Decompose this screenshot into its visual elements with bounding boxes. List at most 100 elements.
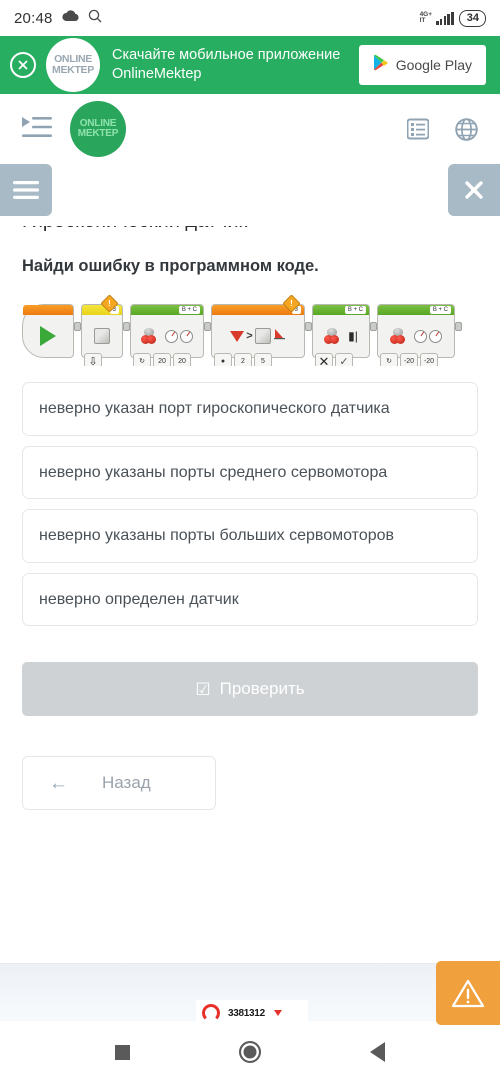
cloud-icon bbox=[61, 9, 79, 27]
triangle-down-icon bbox=[273, 1010, 282, 1016]
page-title: Гироскопический датчик bbox=[22, 226, 478, 233]
phone-screen: 20:48 4G+ lT 34 ONLINE MEKTEP Скачайте м… bbox=[0, 0, 500, 1083]
battery-indicator: 34 bbox=[458, 9, 486, 27]
answer-option-4[interactable]: неверно определен датчик bbox=[22, 572, 478, 627]
ev3-param-row: ↻ -20 -20 bbox=[380, 353, 438, 366]
ev3-port-label: B + C bbox=[178, 306, 200, 314]
brick-icon bbox=[94, 328, 110, 344]
banner-message: Скачайте мобильное приложение OnlineMekt… bbox=[112, 46, 341, 82]
ev3-connector bbox=[305, 322, 312, 331]
network-type-label: 4G+ lT bbox=[419, 11, 432, 25]
download-icon: ⇩ bbox=[84, 353, 102, 366]
signal-strength-icon bbox=[436, 11, 454, 25]
ev3-param-row: ✕ ✓ bbox=[315, 353, 353, 366]
ev3-wait-gyro-block: 3 > ● 2 5 bbox=[211, 294, 305, 366]
ev3-param-value: -20 bbox=[400, 353, 418, 366]
back-button[interactable]: ← Назад bbox=[22, 756, 216, 811]
speed-gauge-icon bbox=[429, 329, 442, 343]
counter-widget[interactable]: 3381312 bbox=[196, 1000, 308, 1021]
speed-gauge-icon bbox=[165, 329, 178, 343]
list-icon[interactable] bbox=[407, 118, 429, 140]
ev3-block-header: B + C bbox=[313, 305, 369, 315]
ev3-block-header: B + C bbox=[378, 305, 454, 315]
play-icon bbox=[40, 326, 56, 346]
answer-option-1[interactable]: неверно указан порт гироскопического дат… bbox=[22, 382, 478, 436]
bottom-ad-strip: 3381312 bbox=[0, 963, 500, 1021]
main-content: Гироскопический датчик Найди ошибку в пр… bbox=[0, 226, 500, 1083]
ev3-block-body bbox=[23, 315, 73, 357]
ev3-block-body bbox=[82, 315, 122, 357]
answer-options-list: неверно указан порт гироскопического дат… bbox=[22, 382, 478, 627]
speed-gauge-icon bbox=[180, 329, 193, 343]
recent-apps-button[interactable] bbox=[114, 1044, 130, 1060]
ev3-port-label: B + C bbox=[429, 306, 451, 314]
google-play-icon bbox=[373, 54, 388, 76]
ev3-move-off-block: B + C ▮| ✕ ✓ bbox=[312, 304, 370, 366]
sensor-mode-icon: ● bbox=[214, 353, 232, 366]
status-bar-left: 20:48 bbox=[14, 9, 102, 28]
home-button[interactable] bbox=[238, 1041, 261, 1063]
wait-hourglass-icon bbox=[230, 330, 245, 342]
check-answer-button[interactable]: ☑ Проверить bbox=[22, 662, 478, 717]
rotation-mode-icon: ↻ bbox=[133, 353, 151, 366]
ev3-move-reverse-block: B + C ↻ -20 -20 bbox=[377, 304, 455, 366]
arrow-left-icon: ← bbox=[49, 772, 68, 794]
lesson-menu-button[interactable] bbox=[0, 164, 52, 216]
ring-icon bbox=[202, 1004, 220, 1021]
ev3-connector bbox=[370, 322, 377, 331]
globe-icon[interactable] bbox=[455, 117, 478, 141]
ev3-port-label: B + C bbox=[344, 306, 366, 314]
ev3-param-value: 20 bbox=[153, 353, 171, 366]
banner-app-logo: ONLINE MEKTEP bbox=[46, 38, 100, 92]
google-play-button[interactable]: Google Play bbox=[358, 45, 486, 85]
site-header: ONLINE MEKTEP bbox=[0, 94, 500, 164]
ev3-param-row: ⇩ bbox=[84, 353, 102, 366]
rotation-mode-icon: ↻ bbox=[380, 353, 398, 366]
checkbox-icon: ☑ bbox=[195, 679, 211, 699]
site-logo-line2: MEKTEP bbox=[77, 128, 119, 139]
ev3-start-block bbox=[22, 304, 74, 358]
ev3-brick-block: 3 ⇩ bbox=[81, 294, 123, 366]
app-download-banner: ONLINE MEKTEP Скачайте мобильное приложе… bbox=[0, 36, 500, 94]
status-time: 20:48 bbox=[14, 9, 53, 27]
ev3-param-value: 5 bbox=[254, 353, 272, 366]
question-text: Найди ошибку в программном коде. bbox=[22, 257, 319, 275]
search-icon[interactable] bbox=[88, 9, 102, 28]
gyro-sensor-icon bbox=[273, 327, 286, 345]
report-problem-button[interactable] bbox=[436, 961, 500, 1025]
warning-triangle-icon bbox=[451, 979, 485, 1007]
network-subtype: lT bbox=[419, 17, 426, 24]
back-nav-button[interactable] bbox=[370, 1042, 386, 1062]
ev3-block-body: > bbox=[212, 315, 304, 357]
site-logo[interactable]: ONLINE MEKTEP bbox=[70, 101, 126, 157]
large-motor-icon bbox=[324, 328, 346, 344]
ev3-param-row: ● 2 5 bbox=[214, 353, 272, 366]
ev3-block-header bbox=[23, 305, 73, 315]
speed-gauge-icon bbox=[414, 329, 427, 343]
brake-on-icon: ✓ bbox=[335, 353, 353, 366]
stop-motor-icon: ▮| bbox=[348, 329, 358, 343]
display-icon bbox=[254, 328, 271, 344]
answer-option-3[interactable]: неверно указаны порты больших сервомотор… bbox=[22, 509, 478, 563]
ev3-program-image: 3 ⇩ B + C bbox=[22, 292, 478, 366]
large-motor-icon bbox=[141, 328, 163, 344]
lesson-close-button[interactable] bbox=[448, 164, 500, 216]
google-play-label: Google Play bbox=[395, 57, 472, 73]
brake-off-icon: ✕ bbox=[315, 353, 333, 366]
large-motor-icon bbox=[390, 328, 412, 344]
android-nav-bar bbox=[0, 1021, 500, 1083]
menu-indent-icon[interactable] bbox=[22, 116, 52, 143]
ev3-block-body bbox=[378, 315, 454, 357]
ev3-block-body: ▮| bbox=[313, 315, 369, 357]
status-bar: 20:48 4G+ lT 34 bbox=[0, 0, 500, 36]
counter-value: 3381312 bbox=[228, 1007, 265, 1019]
ev3-connector bbox=[74, 322, 81, 331]
banner-logo-line2: MEKTEP bbox=[52, 64, 94, 76]
check-answer-label: Проверить bbox=[219, 679, 305, 699]
ev3-param-row: ↻ 20 20 bbox=[133, 353, 191, 366]
banner-close-button[interactable] bbox=[10, 52, 36, 78]
ev3-move-on-block: B + C ↻ 20 20 bbox=[130, 304, 204, 366]
answer-option-2[interactable]: неверно указаны порты среднего сервомото… bbox=[22, 445, 478, 500]
lesson-toolbar bbox=[0, 164, 500, 226]
ev3-param-value: 2 bbox=[234, 353, 252, 366]
